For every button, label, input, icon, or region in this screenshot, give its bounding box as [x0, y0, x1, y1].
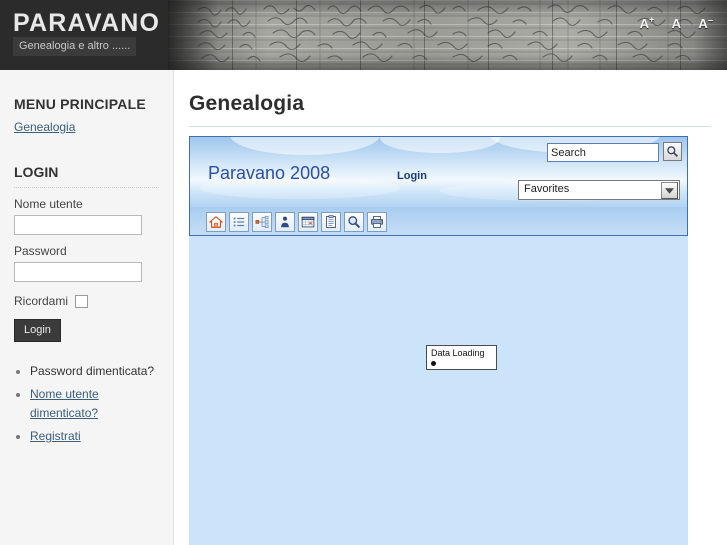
magnifier-icon [667, 146, 678, 157]
page-title-rule [189, 126, 711, 127]
site-subtitle: Genealogia e altro ...... [13, 37, 137, 56]
remember-me-row: Ricordami [14, 294, 159, 308]
frame-header: Paravano 2008 Login Favorites [189, 136, 688, 236]
register-link[interactable]: Registrati [30, 429, 81, 443]
forgot-username-link[interactable]: Nome utente dimenticato? [30, 387, 99, 420]
loading-indicator-dot [431, 361, 436, 366]
login-separator [14, 187, 159, 188]
document-icon[interactable] [321, 211, 341, 232]
password-input[interactable] [14, 262, 142, 282]
calendar-glyph [301, 216, 315, 227]
cloud-shape [230, 137, 380, 155]
list-item: Nome utente dimenticato? [30, 385, 159, 423]
font-size-controls: A+ A A− [626, 15, 713, 31]
printer-icon[interactable] [367, 211, 387, 232]
decrease-font-button[interactable]: A− [691, 16, 713, 31]
list-icon[interactable] [229, 211, 249, 232]
page-body: MENU PRINCIPALE Genealogia LOGIN Nome ut… [0, 70, 727, 545]
remember-me-label: Ricordami [14, 294, 69, 308]
banner-background-image [168, 0, 727, 70]
search-button[interactable] [663, 142, 682, 161]
favorites-selected-value: Favorites [524, 183, 570, 195]
search-glyph [348, 215, 361, 228]
page-title: Genealogia [189, 92, 305, 115]
frame-toolbar [190, 207, 687, 235]
main-menu-title: MENU PRINCIPALE [14, 96, 146, 112]
username-input[interactable] [14, 215, 142, 235]
login-button[interactable]: Login [14, 319, 61, 342]
cloud-shape [380, 137, 500, 153]
home-glyph [209, 215, 223, 228]
decrease-font-sup: − [707, 16, 713, 26]
search-input[interactable] [547, 143, 659, 162]
sidebar-item-genealogia[interactable]: Genealogia [14, 120, 75, 134]
list-glyph [233, 217, 245, 226]
person-icon[interactable] [275, 211, 295, 232]
genealogy-embedded-frame: Paravano 2008 Login Favorites [189, 136, 688, 545]
list-item: Registrati [30, 427, 159, 446]
calendar-icon[interactable] [298, 211, 318, 232]
username-label: Nome utente [14, 197, 83, 211]
person-glyph [281, 216, 289, 227]
remember-me-checkbox[interactable] [75, 294, 89, 308]
increase-font-sup: + [649, 15, 655, 25]
tree-chart-icon[interactable] [252, 211, 272, 232]
favorites-select[interactable]: Favorites [518, 180, 680, 200]
chevron-down-icon[interactable] [661, 182, 678, 199]
chevron-down-glyph [665, 187, 674, 194]
home-icon[interactable] [206, 211, 226, 232]
reset-font-button[interactable]: A [665, 16, 681, 31]
document-glyph [326, 214, 336, 228]
main-menu-list: Genealogia [14, 120, 159, 134]
login-module-title: LOGIN [14, 164, 59, 180]
forgot-password-link[interactable]: Password dimenticata? [30, 364, 154, 378]
site-banner: PARAVANO Genealogia e altro ...... A+ A … [0, 0, 727, 70]
frame-brand-title: Paravano 2008 [208, 163, 331, 183]
increase-font-button[interactable]: A+ [633, 15, 655, 31]
loading-message: Data Loading [431, 348, 485, 358]
list-item: Password dimenticata? [30, 362, 159, 381]
frame-login-link[interactable]: Login [397, 170, 427, 182]
sidebar: MENU PRINCIPALE Genealogia LOGIN Nome ut… [0, 70, 174, 545]
menu-item: Genealogia [14, 120, 159, 134]
status-badge: Data Loading [426, 345, 497, 370]
site-title: PARAVANO [13, 9, 161, 37]
tree-chart-glyph [255, 215, 269, 228]
printer-glyph [371, 215, 383, 228]
frame-favorites-area: Favorites [518, 180, 680, 200]
search-icon[interactable] [344, 211, 364, 232]
password-label: Password [14, 244, 67, 258]
frame-content-area: Data Loading [189, 236, 688, 545]
main-content: Genealogia Paravano 2008 Login Search Fa… [175, 70, 727, 545]
frame-search-area [547, 142, 682, 163]
banner-vignette [168, 0, 727, 70]
login-help-links: Password dimenticata? Nome utente diment… [14, 362, 159, 446]
